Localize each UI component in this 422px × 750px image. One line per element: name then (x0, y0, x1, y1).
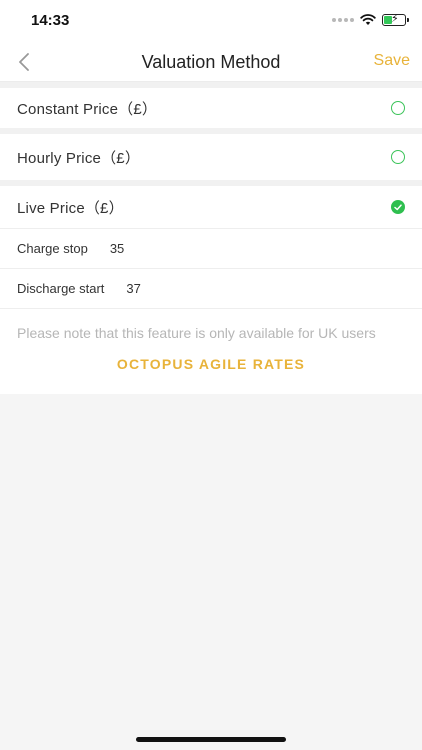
status-icons: ⚡ (332, 13, 409, 26)
discharge-start-value[interactable]: 37 (126, 281, 140, 296)
wifi-icon (360, 14, 376, 25)
option-hourly-price[interactable]: Hourly Price（£） (0, 134, 422, 180)
octopus-agile-rates-link[interactable]: OCTOPUS AGILE RATES (17, 356, 405, 372)
page-title: Valuation Method (141, 52, 281, 72)
discharge-start-label: Discharge start (17, 281, 105, 296)
option-constant-price[interactable]: Constant Price（£） (0, 88, 422, 128)
radio-unselected-icon[interactable] (391, 150, 405, 164)
uk-only-note: Please note that this feature is only av… (17, 325, 376, 341)
note-block: Please note that this feature is only av… (0, 308, 422, 394)
option-live-price[interactable]: Live Price（£） (0, 186, 422, 228)
valuation-options: Constant Price（£） Hourly Price（£） Live P… (0, 82, 422, 394)
nav-bar: Valuation Method Save (0, 40, 422, 82)
radio-unselected-icon[interactable] (391, 101, 405, 115)
save-button[interactable]: Save (374, 52, 410, 70)
signal-icon (332, 18, 354, 22)
battery-charging-icon: ⚡ (382, 13, 409, 26)
charge-stop-label: Charge stop (17, 241, 88, 256)
charge-stop-row[interactable]: Charge stop 35 (0, 228, 422, 268)
live-price-card: Live Price（£） Charge stop 35 Discharge s… (0, 186, 422, 394)
discharge-start-row[interactable]: Discharge start 37 (0, 268, 422, 308)
option-label: Live Price（£） (17, 199, 124, 217)
charge-stop-value[interactable]: 35 (110, 241, 124, 256)
status-bar: 14:33 ⚡ (0, 0, 422, 40)
home-indicator (136, 737, 286, 742)
status-time: 14:33 (31, 12, 70, 29)
option-label: Constant Price（£） (17, 100, 158, 118)
option-label: Hourly Price（£） (17, 149, 141, 167)
radio-selected-check-icon[interactable] (391, 200, 405, 214)
